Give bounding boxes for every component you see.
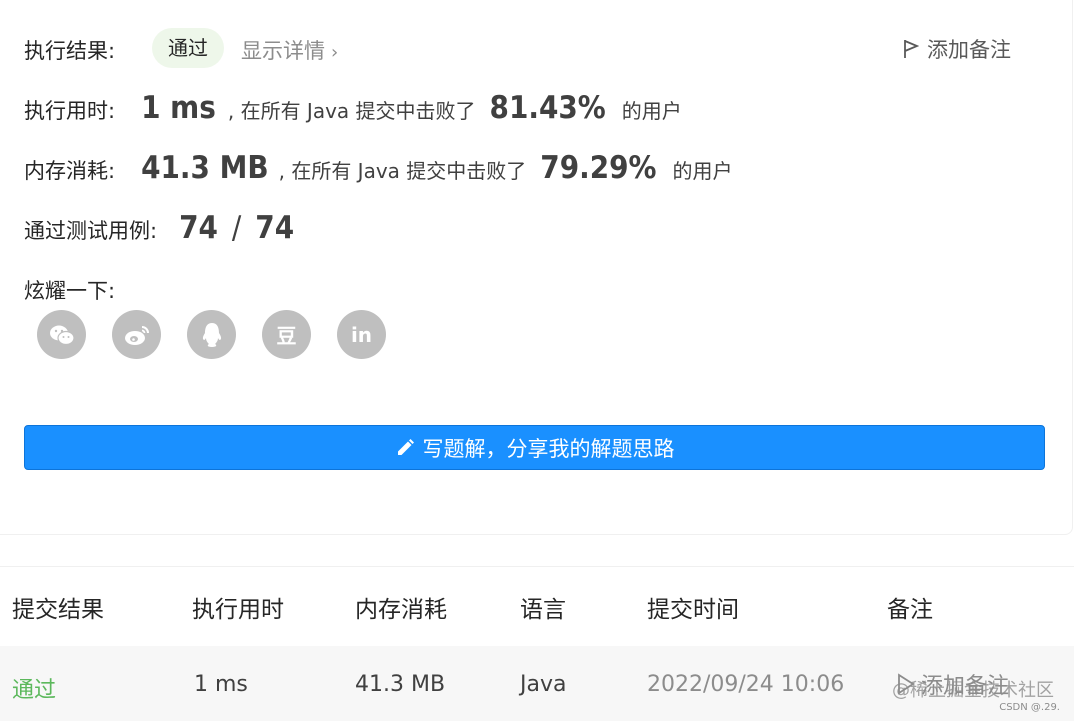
wechat-icon — [49, 325, 75, 345]
runtime-prefix: , 在所有 Java 提交中击败了 — [227, 99, 476, 123]
memory-prefix: , 在所有 Java 提交中击败了 — [278, 159, 527, 183]
memory-value: 41.3 MB — [141, 150, 269, 186]
write-solution-label: 写题解，分享我的解题思路 — [422, 436, 675, 461]
header-note: 备注 — [887, 597, 933, 623]
chevron-right-icon: › — [331, 42, 339, 63]
row-language: Java — [520, 672, 567, 697]
show-details-link[interactable]: 显示详情 › — [241, 35, 338, 65]
douban-share-button[interactable]: 豆 — [262, 310, 311, 359]
runtime-row: 执行用时: 1 ms , 在所有 Java 提交中击败了 81.43% 的用户 — [24, 90, 682, 126]
pencil-icon — [397, 438, 414, 455]
qq-icon — [202, 322, 221, 347]
linkedin-share-button[interactable]: in — [337, 310, 386, 359]
add-note-button[interactable]: 添加备注 — [903, 34, 1011, 64]
runtime-suffix: 的用户 — [621, 99, 682, 123]
status-badge: 通过 — [152, 28, 224, 68]
runtime-value: 1 ms — [141, 90, 216, 126]
memory-row: 内存消耗: 41.3 MB , 在所有 Java 提交中击败了 79.29% 的… — [24, 150, 732, 186]
qq-share-button[interactable] — [187, 310, 236, 359]
tests-label: 通过测试用例: — [24, 219, 158, 243]
runtime-percent: 81.43% — [489, 90, 606, 126]
row-memory: 41.3 MB — [355, 672, 446, 697]
tests-total: 74 — [255, 210, 295, 246]
watermark: @稀土掘金技术社区 — [892, 680, 1054, 701]
submissions-table-header: 提交结果 执行用时 内存消耗 语言 提交时间 备注 — [0, 566, 1074, 647]
row-status-link[interactable]: 通过 — [12, 672, 56, 704]
write-solution-button[interactable]: 写题解，分享我的解题思路 — [24, 425, 1045, 470]
weibo-share-button[interactable] — [112, 310, 161, 359]
result-card: 执行结果: 通过 显示详情 › 添加备注 执行用时: 1 ms , 在所有 Jav… — [0, 0, 1073, 535]
douban-icon: 豆 — [276, 324, 297, 348]
memory-suffix: 的用户 — [672, 159, 733, 183]
show-details-label: 显示详情 — [241, 39, 325, 63]
linkedin-icon: in — [350, 322, 373, 347]
header-language: 语言 — [520, 597, 566, 623]
header-time: 提交时间 — [647, 597, 739, 623]
header-status: 提交结果 — [12, 597, 104, 623]
tests-separator: / — [231, 210, 242, 246]
csdn-watermark: CSDN @.29. — [999, 702, 1060, 713]
weibo-icon — [124, 325, 149, 345]
row-runtime: 1 ms — [194, 672, 248, 697]
add-note-label: 添加备注 — [927, 38, 1011, 62]
tests-row: 通过测试用例: 74 / 74 — [24, 210, 294, 246]
header-memory: 内存消耗 — [355, 597, 447, 623]
wechat-share-button[interactable] — [37, 310, 86, 359]
runtime-label: 执行用时: — [24, 99, 116, 123]
result-label: 执行结果: — [24, 39, 116, 63]
flag-icon — [904, 40, 919, 58]
memory-label: 内存消耗: — [24, 159, 116, 183]
memory-percent: 79.29% — [540, 150, 657, 186]
row-time: 2022/09/24 10:06 — [647, 672, 845, 697]
share-label: 炫耀一下: — [24, 279, 116, 303]
header-runtime: 执行用时 — [192, 597, 284, 623]
tests-passed: 74 — [179, 210, 218, 246]
